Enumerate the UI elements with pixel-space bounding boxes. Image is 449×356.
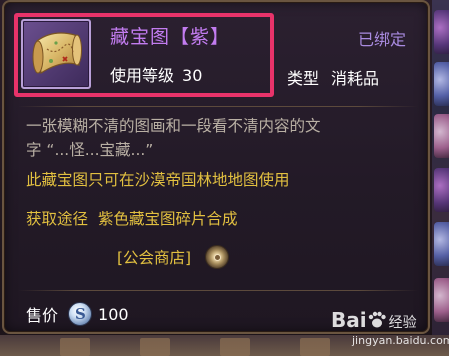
item-name: 藏宝图【紫】 — [110, 26, 231, 48]
description-line: 一张模糊不清的图画和一段看不清内容的文 — [26, 117, 321, 135]
description-line: 字 “...怪...宝藏...” — [26, 141, 154, 159]
background-tile — [300, 338, 330, 356]
background-item-slot — [434, 278, 449, 322]
level-value: 30 — [182, 66, 203, 85]
item-tooltip: 藏宝图【紫】 使用等级 30 已绑定 类型 消耗品 一张模糊不清的图画和一段看不清内… — [2, 0, 430, 334]
paw-icon — [368, 311, 386, 328]
divider — [18, 290, 418, 291]
source-row: 获取途径 紫色藏宝图碎片合成 — [26, 207, 238, 229]
watermark-jingyan: 经验 — [388, 315, 417, 331]
background-inventory-strip — [432, 0, 449, 356]
background-item-slot — [434, 168, 449, 212]
level-label: 使用等级 — [110, 66, 175, 85]
guild-shop-row: [公会商店] — [117, 245, 230, 269]
watermark-url: jingyan.baidu.com — [352, 334, 449, 347]
sell-price: 售价 100 — [26, 302, 129, 326]
source-label: 获取途径 — [26, 210, 89, 228]
tooltip-header: 藏宝图【紫】 使用等级 30 已绑定 类型 消耗品 — [4, 2, 428, 102]
item-type: 类型 消耗品 — [287, 65, 391, 89]
type-value: 消耗品 — [331, 69, 380, 88]
background-item-slot — [434, 114, 449, 158]
price-value: 100 — [98, 304, 129, 324]
guild-shop-link[interactable]: [公会商店] — [117, 246, 191, 268]
background-item-slot — [434, 222, 449, 266]
baidu-watermark: Bai 经验 — [331, 308, 417, 332]
game-screen: 藏宝图【紫】 使用等级 30 已绑定 类型 消耗品 一张模糊不清的图画和一段看不清内… — [0, 0, 449, 356]
source-value: 紫色藏宝图碎片合成 — [98, 210, 238, 228]
divider — [18, 106, 418, 107]
type-label: 类型 — [287, 69, 320, 88]
locate-icon[interactable] — [205, 245, 230, 269]
background-tile — [220, 338, 250, 356]
level-requirement: 使用等级 30 — [110, 62, 210, 86]
price-label: 售价 — [26, 306, 59, 325]
watermark-logo-text: Bai — [331, 308, 367, 332]
bound-status: 已绑定 — [357, 30, 406, 49]
background-item-slot — [434, 10, 449, 54]
background-item-slot — [434, 62, 449, 106]
silver-coin-icon — [68, 302, 93, 326]
usage-restriction: 此藏宝图只可在沙漠帝国林地地图使用 — [26, 171, 290, 189]
background-tile — [60, 338, 90, 356]
item-description: 一张模糊不清的图画和一段看不清内容的文 字 “...怪...宝藏...” — [26, 114, 421, 162]
background-tile — [140, 338, 170, 356]
